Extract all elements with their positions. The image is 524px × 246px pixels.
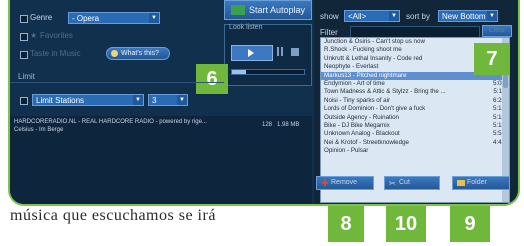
genre-label: Genre <box>30 13 53 22</box>
filter-label: Filter <box>320 28 338 37</box>
play-icon <box>248 49 254 57</box>
station-size: 1.98 MB <box>277 122 300 128</box>
genre-dropdown[interactable]: - Opera ▼ <box>68 12 160 24</box>
progress-fill <box>232 70 247 74</box>
article-text: música que escuchamos se irá <box>10 207 216 224</box>
track-title: Noisi - Tiny sparks of air <box>324 96 391 104</box>
folder-label: Folder <box>467 179 487 186</box>
playlist-item[interactable]: Nei & Krotof - Streetknowledge 4:42 <box>321 139 509 147</box>
genre-checkbox[interactable] <box>20 15 28 23</box>
track-title: Markus13 - Pitched nightmare <box>324 71 407 79</box>
show-label: show <box>320 12 339 21</box>
playlist-item[interactable]: Town Madness & Attic & Stylzz - Bring th… <box>321 88 509 96</box>
player-box: Look listen <box>224 24 312 86</box>
track-title: Outside Agency - Ruination <box>324 113 399 121</box>
lightbulb-icon <box>111 50 118 57</box>
look-listen-label: Look listen <box>229 24 263 31</box>
limit-checkbox[interactable] <box>20 97 28 105</box>
folder-icon <box>457 180 465 186</box>
callout-6: 6 <box>196 64 228 94</box>
remove-button[interactable]: ✚ Remove <box>316 176 374 190</box>
track-title: Junction & Osiris - Can't stop us now <box>324 38 425 45</box>
folder-button[interactable]: Folder <box>452 176 510 190</box>
track-title: Nei & Krotof - Streetknowledge <box>324 138 409 146</box>
whats-this-label: What's this? <box>121 50 159 57</box>
sort-label: sort by <box>406 12 431 21</box>
callout-8: 8 <box>328 206 364 242</box>
arrow-right-icon <box>231 5 245 15</box>
playlist-item[interactable]: Unknown Analog - Blackout 5:51 <box>321 130 509 138</box>
track-title: Endymion - Art of time <box>324 79 385 87</box>
cut-label: Cut <box>399 179 410 186</box>
chevron-down-icon: ▼ <box>177 95 187 105</box>
cut-button[interactable]: ✂ Cut <box>384 176 440 190</box>
station-list: HARDCORERADIO.NL - REAL HARDCORE RADIO -… <box>10 116 312 204</box>
right-panel: show <All> ▼ sort by New Bottom ▼ Filter… <box>314 0 518 204</box>
callout-10: 10 <box>386 206 426 242</box>
show-value: <All> <box>348 12 367 21</box>
track-title: Unknown Analog - Blackout <box>324 130 400 138</box>
limit-stations-dropdown[interactable]: Limit Stations ▼ <box>32 94 144 106</box>
left-panel: Genre - Opera ▼ ★ Favorites Taste in Mus… <box>10 0 314 204</box>
limit-header: Limit <box>18 72 35 81</box>
taste-checkbox[interactable] <box>20 51 28 59</box>
playlist-item[interactable]: Noisi - Tiny sparks of air 6:25 <box>321 97 509 105</box>
limit-stations-value: Limit Stations <box>36 96 85 105</box>
favorites-checkbox[interactable] <box>20 33 28 41</box>
start-autoplay-button[interactable]: Start Autoplay <box>224 0 312 20</box>
taste-label: Taste in Music <box>30 49 81 58</box>
start-autoplay-label: Start Autoplay <box>249 5 306 15</box>
track-title: Lords of Dominion - Don't give a fuck <box>324 105 426 113</box>
sort-value: New Bottom <box>442 12 486 21</box>
sort-dropdown[interactable]: New Bottom ▼ <box>438 10 498 22</box>
clear-label: Clear <box>488 27 506 34</box>
playlist-item[interactable]: Bike - DJ Bike Megamix 5:18 <box>321 122 509 130</box>
station-title: HARDCORERADIO.NL - REAL HARDCORE RADIO -… <box>14 119 207 125</box>
chevron-down-icon: ▼ <box>389 11 399 21</box>
station-bitrate: 128 <box>262 122 273 128</box>
progress-bar[interactable] <box>231 69 305 75</box>
track-title: Opinion - Pulsar <box>324 147 369 155</box>
limit-divider <box>10 82 224 83</box>
playlist-item[interactable]: Opinion - Pulsar <box>321 147 509 155</box>
limit-count-dropdown[interactable]: 3 ▼ <box>148 94 188 106</box>
station-song: Celsius - Im Berge <box>14 127 64 133</box>
clear-button[interactable]: Clear <box>482 25 512 37</box>
track-title: Neophyte - Everlast <box>324 63 379 71</box>
chevron-down-icon: ▼ <box>149 13 159 23</box>
chevron-down-icon: ▼ <box>487 11 497 21</box>
app-window: Genre - Opera ▼ ★ Favorites Taste in Mus… <box>8 0 520 206</box>
playlist-item[interactable]: Endymion - Art of time 5:08 <box>321 80 509 88</box>
callout-7: 7 <box>474 43 510 75</box>
playlist-item[interactable]: Outside Agency - Ruination 5:15 <box>321 114 509 122</box>
favorites-label: Favorites <box>40 31 73 40</box>
station-row[interactable]: HARDCORERADIO.NL - REAL HARDCORE RADIO -… <box>14 119 308 137</box>
playlist-item[interactable]: Lords of Dominion - Don't give a fuck 5:1… <box>321 105 509 113</box>
pause-icon[interactable] <box>277 47 283 56</box>
limit-count-value: 3 <box>152 96 157 105</box>
chevron-down-icon: ▼ <box>133 95 143 105</box>
callout-9: 9 <box>450 206 490 242</box>
show-dropdown[interactable]: <All> ▼ <box>344 10 400 22</box>
genre-value: - Opera <box>72 14 100 23</box>
minus-icon: ✚ <box>321 178 329 188</box>
track-title: Town Madness & Attic & Stylzz - Bring th… <box>324 88 446 96</box>
track-title: Unkrutt & Lethal Insanity - Code red <box>324 54 423 62</box>
star-icon: ★ <box>30 31 38 40</box>
whats-this-button[interactable]: What's this? <box>106 47 170 60</box>
scissors-icon: ✂ <box>389 179 396 188</box>
stop-icon[interactable] <box>291 48 299 56</box>
track-title: R.Shock - Fucking shoot me <box>324 46 402 54</box>
play-button[interactable] <box>231 45 273 61</box>
track-title: Bike - DJ Bike Megamix <box>324 121 390 129</box>
remove-label: Remove <box>331 179 358 186</box>
